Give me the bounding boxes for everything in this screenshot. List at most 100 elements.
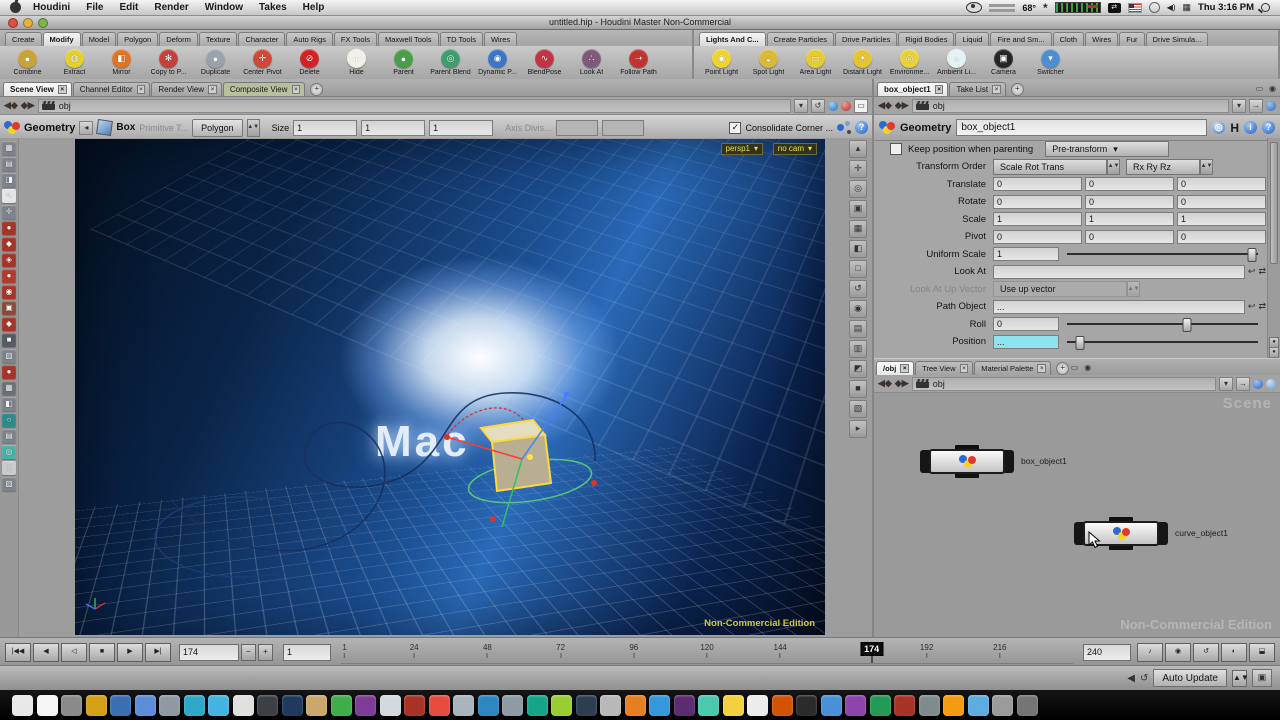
viewport-tool-icon[interactable]: ○ bbox=[2, 413, 16, 427]
close-tab-icon[interactable]: × bbox=[58, 85, 67, 94]
viewport-display-icon[interactable]: ↺ bbox=[849, 280, 867, 298]
shelf-tab[interactable]: Liquid bbox=[955, 32, 989, 46]
playbar-option-button[interactable]: ♪ bbox=[1137, 643, 1163, 662]
start-frame-field[interactable]: 1 bbox=[283, 644, 331, 661]
pane-menu-icon[interactable]: ◉ bbox=[1267, 83, 1278, 94]
viewport-tool-icon[interactable]: ● bbox=[2, 221, 16, 235]
viewport-tool-icon[interactable]: ◎ bbox=[2, 445, 16, 459]
transport-button[interactable]: ◁ bbox=[61, 643, 87, 662]
close-tab-icon[interactable]: × bbox=[208, 85, 217, 94]
uniform-scale-slider[interactable] bbox=[1067, 247, 1258, 261]
menu-item[interactable]: Window bbox=[197, 2, 251, 13]
transport-button[interactable]: |◀◀ bbox=[5, 643, 31, 662]
dock-app-icon[interactable] bbox=[625, 695, 646, 716]
shelf-tab[interactable]: Wires bbox=[484, 32, 517, 46]
shelf-tab[interactable]: Maxwell Tools bbox=[378, 32, 439, 46]
dock-app-icon[interactable] bbox=[184, 695, 205, 716]
shelf-tab[interactable]: Create bbox=[5, 32, 42, 46]
op-chooser-icon[interactable]: ↩ bbox=[1248, 301, 1256, 312]
dock-app-icon[interactable] bbox=[747, 695, 768, 716]
shelf-tool[interactable]: ◉ Dynamic P... bbox=[474, 49, 521, 76]
display-options-icon[interactable]: ▭ bbox=[854, 99, 868, 113]
viewport-display-icon[interactable]: ■ bbox=[849, 380, 867, 398]
high-quality-icon[interactable] bbox=[841, 101, 851, 111]
minimize-window-button[interactable] bbox=[23, 18, 33, 28]
viewport-display-icon[interactable]: ▥ bbox=[849, 340, 867, 358]
auto-update-select[interactable]: Auto Update bbox=[1153, 669, 1227, 687]
viewport-tool-icon[interactable]: ▤ bbox=[2, 157, 16, 171]
viewport-tool-icon[interactable]: ↖ bbox=[2, 189, 16, 203]
viewport-tool-icon[interactable]: ◈ bbox=[2, 253, 16, 267]
viewport-display-icon[interactable]: ▣ bbox=[849, 200, 867, 218]
eye-icon[interactable] bbox=[966, 2, 982, 13]
size-y-field[interactable]: 1 bbox=[361, 120, 425, 136]
shelf-tool[interactable]: ◒ Spot Light bbox=[745, 49, 792, 76]
shelf-tool[interactable]: ● Parent bbox=[380, 49, 427, 76]
dock-app-icon[interactable] bbox=[429, 695, 450, 716]
sync-selection-icon[interactable] bbox=[1266, 101, 1276, 111]
dock-app-icon[interactable] bbox=[257, 695, 278, 716]
translate-y-field[interactable]: 0 bbox=[1085, 177, 1174, 191]
translate-z-field[interactable]: 0 bbox=[1177, 177, 1266, 191]
close-tab-icon[interactable]: × bbox=[1037, 364, 1046, 373]
viewport-tool-icon[interactable]: □ bbox=[2, 461, 16, 475]
close-tab-icon[interactable]: × bbox=[292, 85, 301, 94]
dock-app-icon[interactable] bbox=[576, 695, 597, 716]
pane-menu-icon[interactable]: ◉ bbox=[1082, 362, 1093, 373]
chevron-down-icon[interactable]: ▾ bbox=[1219, 377, 1233, 391]
refresh-icon[interactable]: ↺ bbox=[1140, 673, 1148, 684]
update-stepper[interactable]: ▲▼ bbox=[1232, 670, 1247, 687]
shading-mode-icon[interactable] bbox=[828, 101, 838, 111]
keep-position-checkbox[interactable] bbox=[890, 143, 902, 155]
menu-item[interactable]: Render bbox=[146, 2, 196, 13]
add-tab-button[interactable]: + bbox=[1011, 83, 1024, 96]
viewport-tool-icon[interactable]: ▦ bbox=[2, 141, 16, 155]
viewport-tool-icon[interactable]: ■ bbox=[2, 333, 16, 347]
zoom-window-button[interactable] bbox=[38, 18, 48, 28]
viewport-display-icon[interactable]: ◎ bbox=[849, 180, 867, 198]
pane-tab[interactable]: Material Palette × bbox=[974, 361, 1051, 375]
dock-app-icon[interactable] bbox=[86, 695, 107, 716]
dock-app-icon[interactable] bbox=[723, 695, 744, 716]
nav-back-icon[interactable]: ◀◆ bbox=[878, 378, 892, 389]
dock-app-icon[interactable] bbox=[306, 695, 327, 716]
shelf-tab[interactable]: Fur bbox=[1119, 32, 1144, 46]
search-icon[interactable] bbox=[1266, 379, 1276, 389]
dock-app-icon[interactable] bbox=[772, 695, 793, 716]
frame-decrement-button[interactable]: − bbox=[241, 644, 256, 661]
network-editor[interactable]: Scene Non-Commercial Edition box_object1… bbox=[874, 393, 1280, 638]
dock-app-icon[interactable] bbox=[37, 695, 58, 716]
viewport-display-icon[interactable]: ▤ bbox=[849, 320, 867, 338]
dock-app-icon[interactable] bbox=[12, 695, 33, 716]
cpu-meter-icon[interactable] bbox=[1055, 2, 1101, 13]
shelf-tab[interactable]: Drive Simula... bbox=[1146, 32, 1209, 46]
viewport-display-icon[interactable]: ▸ bbox=[849, 420, 867, 438]
houdini-engine-button[interactable]: H bbox=[1230, 121, 1239, 135]
dock-app-icon[interactable] bbox=[894, 695, 915, 716]
op-jump-icon[interactable]: ⇄ bbox=[1258, 266, 1266, 277]
frame-increment-button[interactable]: + bbox=[258, 644, 273, 661]
shelf-tab[interactable]: TD Tools bbox=[440, 32, 483, 46]
rotate-order-stepper[interactable]: ▲▼ bbox=[1200, 159, 1213, 175]
shelf-tab[interactable]: FX Tools bbox=[334, 32, 377, 46]
menu-item[interactable]: Help bbox=[295, 2, 333, 13]
close-tab-icon[interactable]: × bbox=[960, 364, 969, 373]
node-name-field[interactable]: box_object1 bbox=[956, 119, 1207, 136]
dock-app-icon[interactable] bbox=[453, 695, 474, 716]
viewport-tool-icon[interactable]: ◉ bbox=[2, 285, 16, 299]
shelf-tab[interactable]: Cloth bbox=[1053, 32, 1085, 46]
sync-icon[interactable] bbox=[1253, 379, 1263, 389]
nav-forward-icon[interactable]: ◆▶ bbox=[21, 100, 35, 111]
battery-icon[interactable] bbox=[1149, 2, 1160, 13]
dock-app-icon[interactable] bbox=[968, 695, 989, 716]
roll-slider[interactable] bbox=[1067, 317, 1258, 331]
dock-app-icon[interactable] bbox=[992, 695, 1013, 716]
rotate-x-field[interactable]: 0 bbox=[993, 195, 1082, 209]
dock-app-icon[interactable] bbox=[380, 695, 401, 716]
shelf-tab[interactable]: Modify bbox=[43, 32, 81, 46]
menu-item[interactable]: Houdini bbox=[25, 2, 78, 13]
maximize-pane-icon[interactable]: ▭ bbox=[1069, 362, 1080, 373]
spotlight-icon[interactable] bbox=[1261, 3, 1270, 12]
no-cam-menu[interactable]: no cam ▾ bbox=[773, 143, 817, 155]
translate-x-field[interactable]: 0 bbox=[993, 177, 1082, 191]
